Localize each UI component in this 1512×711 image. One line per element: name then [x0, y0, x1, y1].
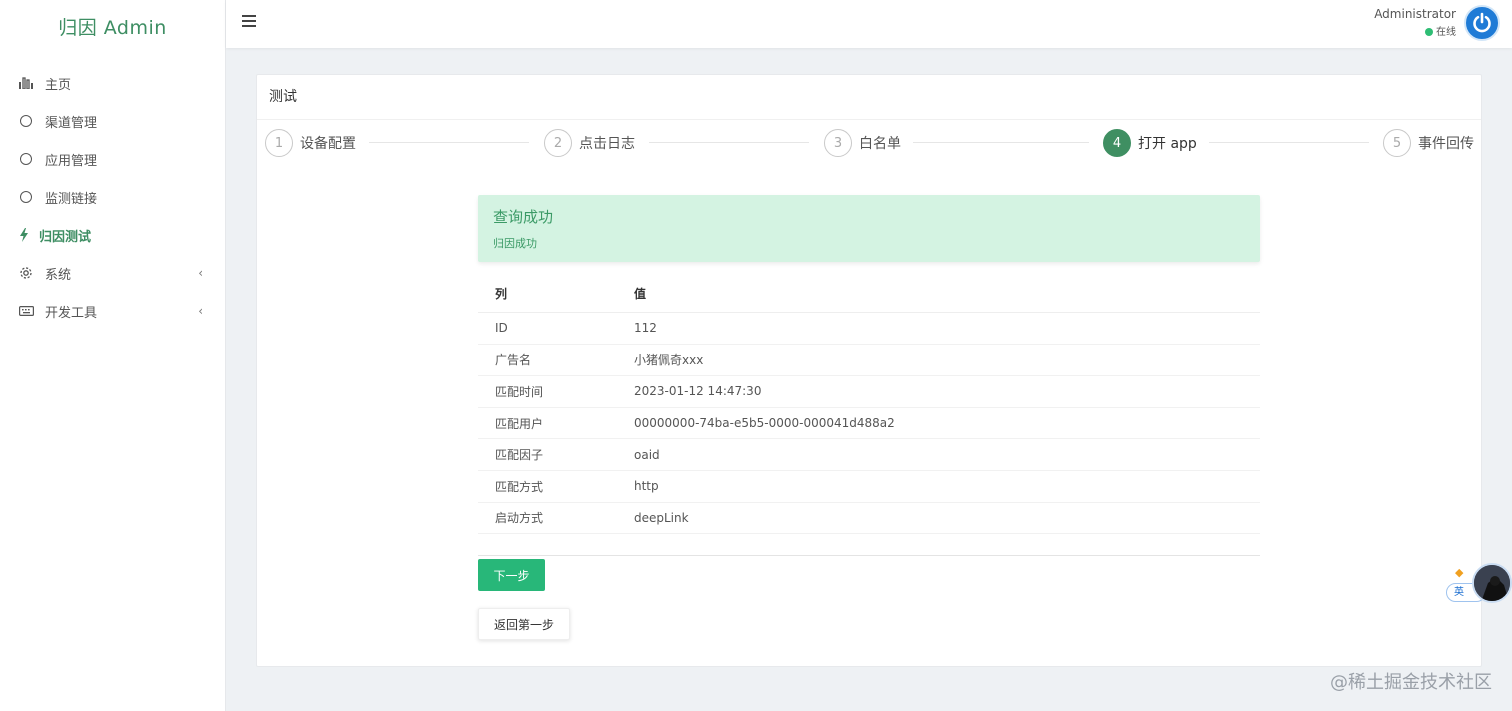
- sidebar-item-apps[interactable]: 应用管理: [0, 140, 225, 178]
- sidebar-item-channels[interactable]: 渠道管理: [0, 102, 225, 140]
- menu-toggle-icon[interactable]: [242, 15, 256, 27]
- sidebar-item-label: 监测链接: [45, 191, 98, 207]
- result-table: 列 值 ID 112 广告名 小猪佩奇xxx 匹配时间 2023-01-12 1…: [478, 275, 1260, 557]
- sidebar-item-label: 应用管理: [45, 153, 98, 169]
- status-text: 在线: [1436, 27, 1456, 38]
- table-row: 启动方式 deepLink: [478, 503, 1260, 535]
- table-cell-key: 匹配时间: [495, 384, 544, 399]
- step-number: 1: [265, 129, 293, 157]
- sidebar-item-label: 主页: [45, 77, 72, 93]
- table-cell-value: oaid: [634, 447, 660, 462]
- sidebar-nav: 主页 渠道管理 应用管理 监测链接 归因测试 系统 ‹ 开发工具 ‹: [0, 64, 225, 330]
- table-cell-key: 广告名: [495, 353, 532, 368]
- power-icon: [1473, 12, 1491, 33]
- circle-icon: [18, 151, 34, 167]
- table-header: 列 值: [478, 275, 1260, 313]
- chevron-left-icon: ‹: [198, 266, 203, 280]
- watermark: @稀土掘金技术社区: [1330, 672, 1492, 693]
- table-cell-value: 2023-01-12 14:47:30: [634, 384, 762, 399]
- step-4[interactable]: 4 打开 app: [1103, 128, 1197, 158]
- sidebar-item-label: 归因测试: [39, 229, 92, 245]
- table-row: 匹配用户 00000000-74ba-e5b5-0000-000041d488a…: [478, 408, 1260, 440]
- step-label: 白名单: [859, 136, 901, 152]
- next-step-button[interactable]: 下一步: [478, 559, 545, 591]
- sidebar: 归因 Admin 主页 渠道管理 应用管理 监测链接 归因测试 系统 ‹ 开发工…: [0, 0, 226, 711]
- table-cell-key: 启动方式: [495, 511, 544, 526]
- table-cell-key: 匹配因子: [495, 448, 544, 463]
- step-number: 5: [1383, 129, 1411, 157]
- table-row: 匹配时间 2023-01-12 14:47:30: [478, 376, 1260, 408]
- back-to-first-step-button[interactable]: 返回第一步: [478, 608, 570, 640]
- sidebar-item-label: 开发工具: [45, 305, 98, 321]
- step-1[interactable]: 1 设备配置: [265, 128, 356, 158]
- avatar[interactable]: [1464, 5, 1500, 41]
- step-number: 3: [824, 129, 852, 157]
- floating-widget[interactable]: ◆ 英: [1446, 563, 1512, 605]
- step-5[interactable]: 5 事件回传: [1383, 128, 1474, 158]
- keyboard-icon: [18, 303, 34, 319]
- table-row: 匹配因子 oaid: [478, 439, 1260, 471]
- table-footer-divider: [478, 534, 1260, 557]
- step-connector: [369, 142, 529, 143]
- column-header: 列: [495, 287, 508, 301]
- bolt-icon: [16, 227, 32, 243]
- user-status: 在线: [1374, 23, 1456, 38]
- user-info[interactable]: Administrator 在线: [1374, 7, 1456, 38]
- online-dot-icon: [1425, 28, 1433, 36]
- step-label: 打开 app: [1138, 136, 1197, 152]
- chevron-left-icon: ‹: [198, 304, 203, 318]
- user-name: Administrator: [1374, 7, 1456, 21]
- gear-icon: [18, 265, 34, 281]
- diamond-icon: ◆: [1455, 566, 1464, 579]
- table-row: ID 112: [478, 313, 1260, 345]
- bar-chart-icon: [18, 75, 34, 91]
- table-cell-key: ID: [495, 321, 508, 336]
- step-connector: [649, 142, 809, 143]
- table-cell-value: 00000000-74ba-e5b5-0000-000041d488a2: [634, 416, 895, 431]
- step-label: 事件回传: [1418, 136, 1474, 152]
- sidebar-item-system[interactable]: 系统 ‹: [0, 254, 225, 292]
- sidebar-item-label: 系统: [45, 267, 72, 283]
- table-cell-key: 匹配方式: [495, 479, 544, 494]
- card-title: 测试: [257, 75, 1481, 120]
- circle-icon: [18, 189, 34, 205]
- step-number: 4: [1103, 129, 1131, 157]
- success-alert: 查询成功 归因成功: [478, 195, 1260, 262]
- column-header: 值: [634, 287, 647, 301]
- sidebar-item-tracking-links[interactable]: 监测链接: [0, 178, 225, 216]
- alert-title: 查询成功: [493, 208, 554, 226]
- widget-avatar[interactable]: [1472, 563, 1512, 603]
- step-label: 点击日志: [579, 136, 635, 152]
- step-3[interactable]: 3 白名单: [824, 128, 901, 158]
- table-cell-value: 小猪佩奇xxx: [634, 353, 704, 368]
- circle-icon: [18, 113, 34, 129]
- table-row: 广告名 小猪佩奇xxx: [478, 345, 1260, 377]
- sidebar-item-attribution-test[interactable]: 归因测试: [0, 216, 225, 254]
- character-avatar-icon: [1474, 565, 1510, 601]
- top-header: Administrator 在线: [226, 0, 1512, 48]
- brand-logo[interactable]: 归因 Admin: [0, 0, 225, 56]
- step-label: 设备配置: [300, 136, 356, 152]
- table-cell-key: 匹配用户: [495, 416, 544, 431]
- table-cell-value: deepLink: [634, 510, 689, 525]
- alert-description: 归因成功: [493, 237, 537, 250]
- step-connector: [1209, 142, 1369, 143]
- sidebar-item-dev-tools[interactable]: 开发工具 ‹: [0, 292, 225, 330]
- table-cell-value: http: [634, 479, 659, 494]
- table-row: 匹配方式 http: [478, 471, 1260, 503]
- step-connector: [913, 142, 1089, 143]
- steps-progress: 1 设备配置 2 点击日志 3 白名单 4 打开 app 5 事件回传: [257, 128, 1483, 160]
- sidebar-item-label: 渠道管理: [45, 115, 98, 131]
- step-number: 2: [544, 129, 572, 157]
- table-cell-value: 112: [634, 321, 657, 336]
- test-card: 测试 1 设备配置 2 点击日志 3 白名单 4 打开 app 5 事件回传 查…: [256, 74, 1482, 667]
- step-2[interactable]: 2 点击日志: [544, 128, 635, 158]
- sidebar-item-home[interactable]: 主页: [0, 64, 225, 102]
